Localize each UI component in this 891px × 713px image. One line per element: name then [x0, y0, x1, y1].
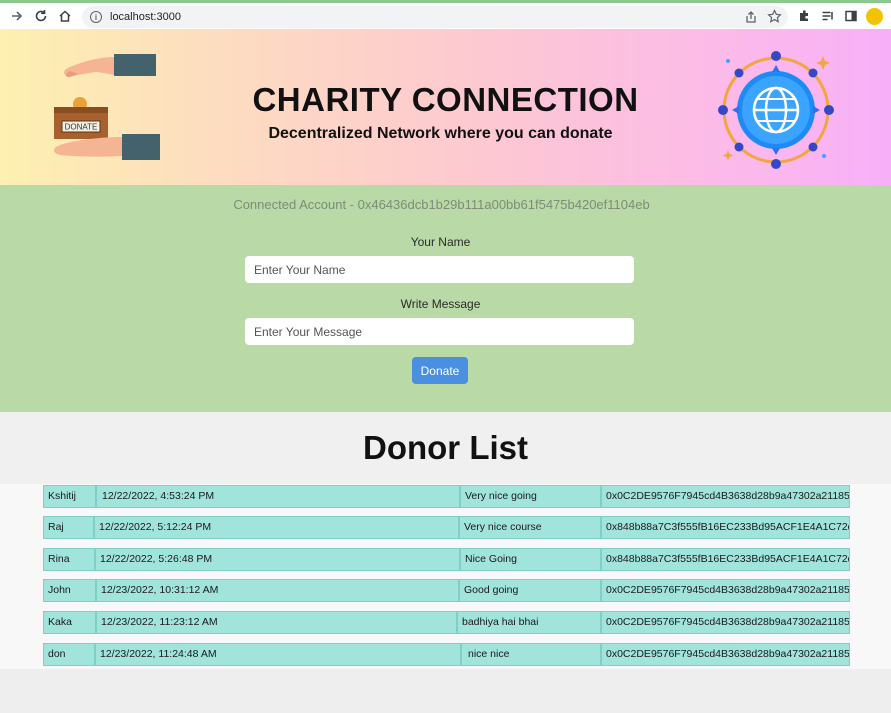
- donor-message: Good going: [459, 579, 601, 602]
- donor-name: Raj: [43, 516, 94, 539]
- donor-time: 12/23/2022, 11:24:48 AM: [95, 643, 461, 666]
- donor-time: 12/22/2022, 5:12:24 PM: [94, 516, 459, 539]
- donor-message: badhiya hai bhai: [457, 611, 601, 634]
- donor-list-title: Donor List: [363, 429, 528, 466]
- extensions-icon[interactable]: [795, 7, 813, 25]
- globe-network-illustration: [718, 51, 836, 169]
- donor-time: 12/23/2022, 11:23:12 AM: [96, 611, 457, 634]
- forward-arrow-icon[interactable]: [8, 7, 26, 25]
- donor-message: Very nice course: [459, 516, 601, 539]
- browser-toolbar: i localhost:3000: [0, 0, 891, 29]
- url-text: localhost:3000: [110, 11, 181, 23]
- header-banner: DONATE CHARITY CONNECTION Decentralized …: [0, 29, 891, 185]
- donation-form: Connected Account - 0x46436dcb1b29b111a0…: [0, 185, 891, 412]
- home-icon[interactable]: [56, 7, 74, 25]
- message-label: Write Message: [400, 297, 481, 311]
- donor-name: Rina: [43, 548, 95, 571]
- donor-time: 12/22/2022, 4:53:24 PM: [96, 485, 460, 508]
- donor-list-header: Donor List: [0, 412, 891, 484]
- name-input[interactable]: [245, 256, 634, 283]
- address-bar[interactable]: i localhost:3000: [82, 6, 788, 28]
- donor-time: 12/22/2022, 5:26:48 PM: [95, 548, 460, 571]
- donor-address: 0x0C2DE9576F7945cd4B3638d28b9a47302a2118…: [601, 579, 850, 602]
- donor-address: 0x0C2DE9576F7945cd4B3638d28b9a47302a2118…: [601, 611, 850, 634]
- page-footer-space: [0, 669, 891, 713]
- name-label: Your Name: [410, 235, 471, 249]
- bookmark-star-icon[interactable]: [767, 9, 782, 29]
- donor-name: don: [43, 643, 95, 666]
- connected-account: Connected Account - 0x46436dcb1b29b111a0…: [233, 197, 650, 212]
- donor-message: Very nice going: [460, 485, 601, 508]
- donor-time: 12/23/2022, 10:31:12 AM: [96, 579, 459, 602]
- donor-name: John: [43, 579, 96, 602]
- donor-address: 0x848b88a7C3f555fB16EC233Bd95ACF1E4A1C72…: [601, 548, 850, 571]
- donate-button[interactable]: Donate: [412, 357, 468, 384]
- donor-table: Kshitij 12/22/2022, 4:53:24 PM Very nice…: [0, 484, 891, 669]
- donor-address: 0x0C2DE9576F7945cd4B3638d28b9a47302a2118…: [601, 485, 850, 508]
- profile-avatar-icon[interactable]: [866, 8, 883, 25]
- site-info-icon[interactable]: i: [90, 11, 102, 23]
- donor-message: nice nice: [461, 643, 601, 666]
- share-icon[interactable]: [744, 10, 758, 29]
- reload-icon[interactable]: [32, 7, 50, 25]
- side-panel-icon[interactable]: [842, 7, 860, 25]
- message-input[interactable]: [245, 318, 634, 345]
- donor-message: Nice Going: [460, 548, 601, 571]
- reading-list-icon[interactable]: [819, 7, 837, 25]
- donor-name: Kshitij: [43, 485, 96, 508]
- donor-name: Kaka: [43, 611, 96, 634]
- donor-address: 0x848b88a7C3f555fB16EC233Bd95ACF1E4A1C72…: [601, 516, 850, 539]
- donor-address: 0x0C2DE9576F7945cd4B3638d28b9a47302a2118…: [601, 643, 850, 666]
